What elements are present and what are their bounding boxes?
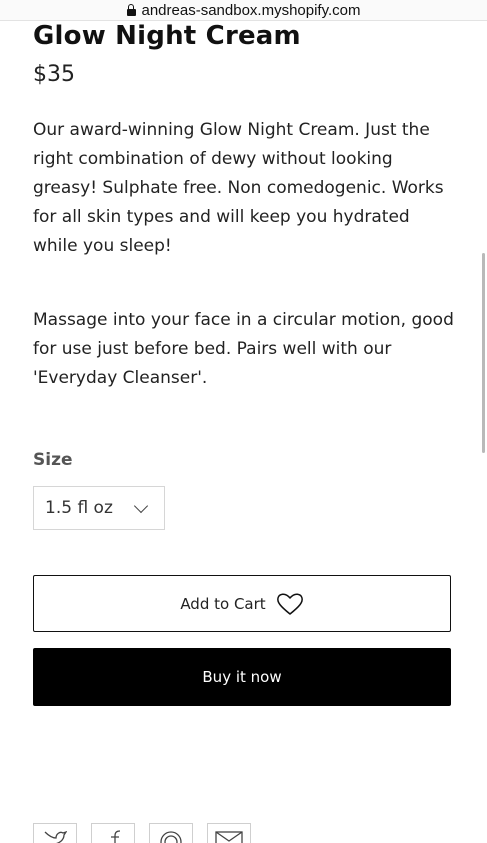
- pinterest-icon: [159, 830, 183, 843]
- facebook-icon: [103, 830, 123, 843]
- share-facebook-button[interactable]: [91, 823, 135, 843]
- product-price: $35: [33, 62, 75, 87]
- buy-now-label: Buy it now: [202, 668, 282, 686]
- twitter-icon: [43, 830, 67, 843]
- size-select[interactable]: 1.5 fl oz: [33, 486, 165, 530]
- size-label: Size: [33, 450, 73, 470]
- add-to-cart-button[interactable]: Add to Cart: [33, 575, 451, 632]
- add-to-cart-label: Add to Cart: [180, 594, 266, 613]
- share-twitter-button[interactable]: [33, 823, 77, 843]
- product-title: Glow Night Cream: [33, 21, 301, 51]
- buy-now-button[interactable]: Buy it now: [33, 648, 451, 706]
- wishlist-heart-icon[interactable]: [276, 592, 304, 616]
- share-pinterest-button[interactable]: [149, 823, 193, 843]
- share-email-button[interactable]: [207, 823, 251, 843]
- url-text: andreas-sandbox.myshopify.com: [141, 1, 361, 19]
- chevron-down-icon: [133, 498, 149, 514]
- product-usage-instructions: Massage into your face in a circular mot…: [33, 310, 454, 388]
- product-description: Our award-winning Glow Night Cream. Just…: [33, 120, 444, 256]
- share-buttons: [33, 823, 251, 843]
- email-icon: [215, 830, 243, 843]
- address-bar[interactable]: andreas-sandbox.myshopify.com: [0, 0, 487, 21]
- page-scrollbar[interactable]: [482, 253, 485, 453]
- size-selected-value: 1.5 fl oz: [45, 498, 113, 518]
- lock-icon: [126, 4, 136, 16]
